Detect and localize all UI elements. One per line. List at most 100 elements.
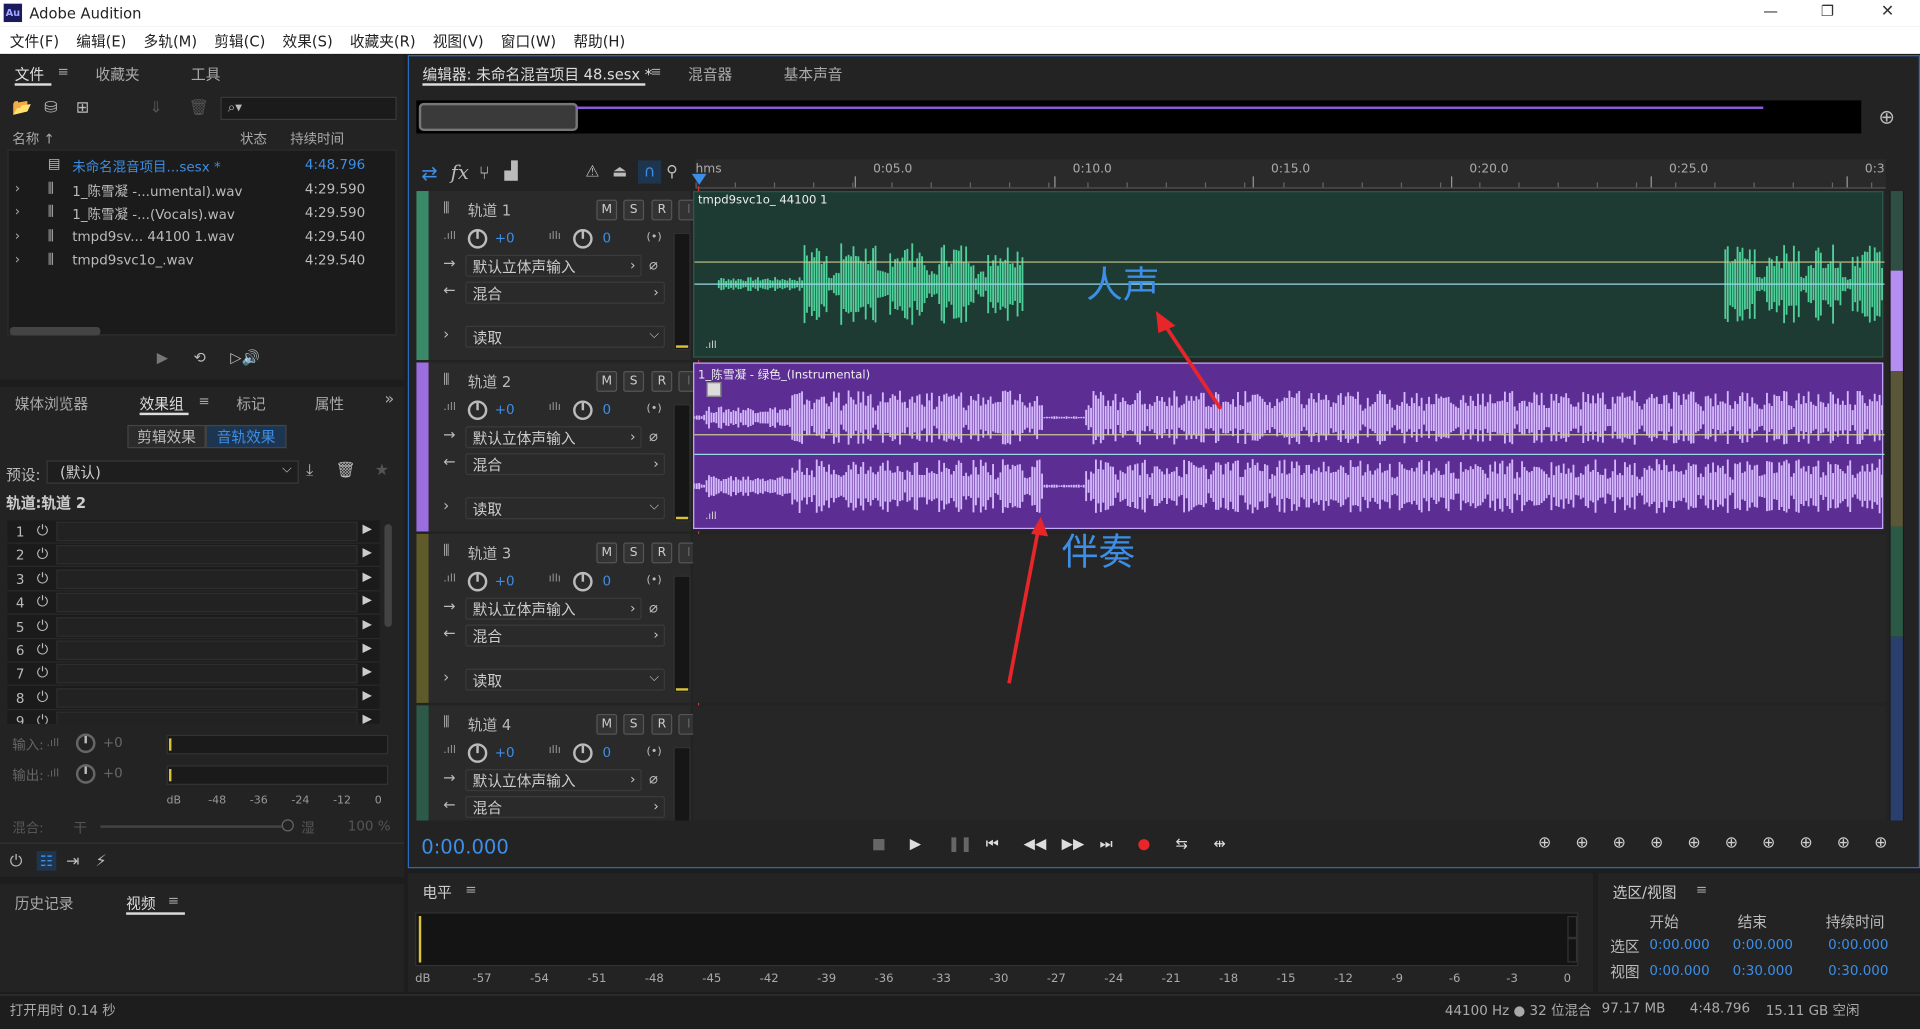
effect-slot[interactable]: 8 ⏻ ▶: [7, 687, 380, 711]
record-arm-button[interactable]: R: [651, 542, 673, 564]
slot-menu-arrow-icon[interactable]: ▶: [362, 713, 371, 724]
zoom-in-amplitude-icon[interactable]: ⊕: [1538, 834, 1551, 852]
selection-duration[interactable]: 0:00.000: [1828, 937, 1888, 953]
phase-invert-icon[interactable]: ⌀: [649, 599, 658, 616]
zoom-in-start-icon[interactable]: ⊕: [1725, 834, 1738, 852]
volume-knob[interactable]: [467, 400, 488, 421]
track-scrollbar[interactable]: [1889, 191, 1905, 821]
zoom-in-end-icon[interactable]: ⊕: [1762, 834, 1775, 852]
slot-effect-field[interactable]: [56, 687, 358, 708]
menu-item-3[interactable]: 剪辑(C): [214, 30, 265, 51]
power-icon[interactable]: ⏻: [10, 852, 23, 870]
effect-slot[interactable]: 7 ⏻ ▶: [7, 663, 380, 687]
tab-editor[interactable]: 编辑器: 未命名混音项目 48.sesx *: [422, 64, 652, 85]
pan-value[interactable]: 0: [602, 230, 611, 246]
delete-icon[interactable]: 🗑: [189, 99, 209, 117]
zoom-in-time-icon[interactable]: ⊕: [1613, 834, 1626, 852]
tab-mixer[interactable]: 混音器: [688, 64, 732, 85]
file-row[interactable]: › ⫼ tmpd9svc1o_.wav 4:29.540: [9, 250, 396, 272]
view-start[interactable]: 0:00.000: [1649, 963, 1709, 979]
record-arm-button[interactable]: R: [651, 371, 673, 392]
slot-menu-arrow-icon[interactable]: ▶: [362, 570, 371, 583]
zoom-full-icon[interactable]: ⊕: [1687, 834, 1700, 852]
chevron-right-icon[interactable]: ›: [15, 251, 20, 267]
slot-menu-arrow-icon[interactable]: ▶: [362, 689, 371, 702]
menu-item-5[interactable]: 收藏夹(R): [350, 30, 416, 51]
effect-slot[interactable]: 9 ⏻ ▶: [7, 710, 379, 724]
slot-effect-field[interactable]: [56, 592, 358, 613]
track-name[interactable]: 轨道 1: [468, 200, 511, 221]
tab-files[interactable]: 文件: [15, 64, 44, 85]
audio-clip[interactable]: tmpd9svc1o_ 44100 1 .ıll: [693, 191, 1885, 358]
effect-slot[interactable]: 2 ⏻ ▶: [7, 544, 380, 568]
playhead-icon[interactable]: [691, 173, 707, 185]
track-lane[interactable]: [693, 533, 1886, 703]
track-input-select[interactable]: 默认立体声输入 ›: [465, 426, 642, 449]
apply-icon[interactable]: ⇥: [66, 852, 79, 870]
zoom-fit-icon[interactable]: ⊕: [1878, 105, 1894, 128]
solo-button[interactable]: S: [623, 371, 645, 392]
col-duration[interactable]: 持续时间: [290, 129, 344, 149]
col-name[interactable]: 名称 ↑: [12, 129, 55, 149]
zoom-out-time-icon[interactable]: ⊕: [1650, 834, 1663, 852]
volume-knob[interactable]: [467, 743, 488, 763]
maximize-button[interactable]: ❐: [1821, 2, 1834, 19]
preset-select[interactable]: (默认) ⌵: [46, 460, 299, 484]
solo-button[interactable]: S: [623, 542, 645, 564]
mix-slider[interactable]: [100, 825, 282, 828]
mute-button[interactable]: M: [596, 713, 618, 735]
automation-expand-icon[interactable]: ›: [443, 497, 449, 514]
slot-effect-field[interactable]: [56, 664, 358, 684]
current-time[interactable]: 0:00.000: [421, 835, 509, 858]
pan-knob[interactable]: [573, 571, 593, 592]
zoom-selection-icon[interactable]: ⊕: [1799, 834, 1812, 852]
slot-effect-field[interactable]: [56, 521, 358, 542]
effects-menu-icon[interactable]: ≡: [198, 393, 209, 409]
automation-mode-select[interactable]: 读取 ⌵: [465, 497, 665, 520]
file-row[interactable]: › ⫼ tmpd9sv... 44100 1.wav 4:29.540: [9, 226, 396, 248]
close-button[interactable]: ✕: [1881, 2, 1894, 20]
tab-favorites[interactable]: 收藏夹: [96, 64, 140, 85]
level-menu-icon[interactable]: ≡: [465, 882, 476, 898]
marker-icon[interactable]: ⚲: [666, 163, 678, 181]
favorite-star-icon[interactable]: ★: [375, 462, 389, 480]
tab-markers[interactable]: 标记: [236, 393, 265, 414]
tab-history[interactable]: 历史记录: [15, 893, 74, 914]
slot-menu-arrow-icon[interactable]: ▶: [362, 618, 371, 631]
overview-navigator[interactable]: [416, 100, 1862, 134]
import-icon[interactable]: ⛁: [44, 99, 57, 117]
new-file-icon[interactable]: ⊞: [76, 99, 89, 117]
track-name[interactable]: 轨道 3: [468, 542, 511, 563]
slot-effect-field[interactable]: [56, 545, 358, 566]
track-output-select[interactable]: 混合 ›: [465, 453, 665, 476]
slot-power-icon[interactable]: ⏻: [37, 593, 49, 611]
effect-slot[interactable]: 6 ⏻ ▶: [7, 639, 380, 663]
tab-video[interactable]: 视频: [126, 893, 155, 914]
effect-slot[interactable]: 3 ⏻ ▶: [7, 568, 380, 592]
slot-menu-arrow-icon[interactable]: ▶: [362, 665, 371, 678]
clip-effects-button[interactable]: 剪辑效果: [127, 424, 206, 449]
list-view-icon[interactable]: ☷: [36, 851, 57, 871]
menu-item-0[interactable]: 文件(F): [10, 30, 59, 51]
selection-end[interactable]: 0:00.000: [1733, 937, 1793, 953]
lightning-icon[interactable]: ⚡: [96, 852, 107, 870]
track-lane[interactable]: tmpd9svc1o_ 44100 1 .ıll: [693, 191, 1886, 361]
automation-expand-icon[interactable]: ›: [443, 326, 449, 343]
slot-power-icon[interactable]: ⏻: [37, 640, 49, 658]
effect-slot[interactable]: 4 ⏻ ▶: [7, 592, 380, 615]
rewind-icon[interactable]: ◀◀: [1024, 835, 1047, 852]
delete-preset-icon[interactable]: 🗑: [336, 462, 356, 480]
file-row[interactable]: › ⫼ 1_陈雪凝 -...umental).wav 4:29.590: [9, 178, 396, 200]
volume-value[interactable]: +0: [495, 573, 515, 589]
pan-knob[interactable]: [573, 400, 593, 421]
track-input-select[interactable]: 默认立体声输入 ›: [465, 254, 642, 277]
more-tabs-icon[interactable]: »: [384, 391, 394, 409]
track-effects-button[interactable]: 音轨效果: [205, 424, 287, 449]
menu-item-2[interactable]: 多轨(M): [144, 30, 198, 51]
save-preset-icon[interactable]: ⤓: [306, 462, 313, 480]
move-tool-icon[interactable]: ⇄: [421, 162, 437, 185]
effect-slot[interactable]: 1 ⏻ ▶: [7, 520, 380, 544]
files-scrollbar[interactable]: [9, 326, 101, 336]
zoom-reset-icon[interactable]: ⊕: [1874, 834, 1887, 852]
file-row[interactable]: › ⫼ 1_陈雪凝 -...(Vocals).wav 4:29.590: [9, 202, 396, 224]
